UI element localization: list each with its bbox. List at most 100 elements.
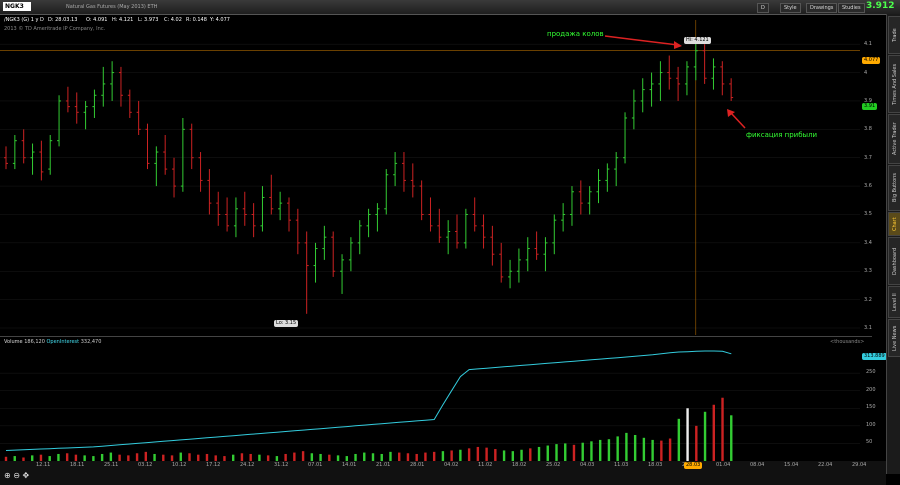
volume-bar [590, 441, 593, 461]
ohlc-bar [295, 208, 300, 255]
ohlc-bar [242, 191, 247, 226]
open-interest-line [5, 350, 732, 451]
ohlc-bar [631, 89, 636, 130]
ohlc-bar [419, 180, 424, 221]
ohlc-bar [578, 180, 583, 215]
volume-bar [319, 453, 322, 461]
price-tick: 3.6 [864, 183, 872, 190]
ohlc-bar [92, 89, 97, 118]
ohlc-bar [552, 214, 557, 255]
ohlc-bar [313, 242, 318, 283]
ohlc-bar [375, 203, 380, 232]
ohlc-bar [154, 146, 159, 187]
date-tick: 04.03 [580, 462, 595, 468]
volume-bar [432, 451, 436, 461]
ohlc-bar [65, 86, 70, 113]
volume-bar [188, 453, 191, 461]
date-tick: 12.11 [36, 462, 51, 468]
ohlc-bar [57, 95, 62, 147]
zoom-controls[interactable]: ⊕ ⊖ ✥ [4, 471, 29, 480]
period-button[interactable]: D [757, 3, 769, 13]
date-tick: 08.04 [750, 462, 765, 468]
volume-bar [293, 452, 296, 461]
tab-trade[interactable]: Trade [888, 16, 900, 54]
volume-bar [363, 452, 366, 461]
studies-button[interactable]: Studies [838, 3, 865, 13]
volume-bar [494, 449, 497, 461]
ohlc-bar [605, 163, 610, 192]
ohlc-bar [127, 89, 132, 118]
volume-bar [625, 432, 628, 461]
ohlc-bar [118, 66, 123, 107]
zoom-in-icon[interactable]: ⊕ [4, 471, 11, 480]
volume-bar [581, 442, 584, 461]
volume-bar [677, 418, 681, 461]
price-tick: 3.2 [864, 296, 872, 303]
high-tag: Hi: 4.121 [684, 37, 711, 44]
drawings-button[interactable]: Drawings [806, 3, 838, 13]
volume-bar [301, 451, 305, 461]
style-button[interactable]: Style [780, 3, 801, 13]
tab-chart[interactable]: Chart [888, 212, 900, 236]
tab-dashboard[interactable]: Dashboard [888, 237, 900, 285]
volume-bar [205, 453, 209, 461]
price-tick: 3.7 [864, 154, 872, 161]
ohlc-bar [614, 152, 619, 187]
price-tick: 4 [864, 69, 868, 76]
ohlc-bar [401, 152, 406, 192]
price-tick: 4.1 [864, 41, 872, 48]
pan-icon[interactable]: ✥ [23, 471, 30, 480]
volume-bar [607, 439, 611, 461]
volume-bar [660, 440, 663, 461]
volume-bar [57, 453, 60, 461]
last-price: 3.912 [866, 1, 895, 11]
volume-bar [502, 450, 506, 461]
ohlc-bar [481, 214, 486, 249]
volume-bar [572, 444, 576, 461]
volume-tick: 50 [866, 439, 873, 446]
ohlc-bar [499, 242, 504, 283]
ohlc-bar [233, 197, 238, 238]
ohlc-bar [101, 66, 106, 107]
date-tick: 15.04 [784, 462, 799, 468]
last-price-tag: 3.91 [862, 103, 878, 110]
symbol-input[interactable]: NGK3 [3, 2, 31, 11]
ohlc-bar [525, 237, 530, 272]
ohlc-bar [251, 203, 256, 238]
zoom-out-icon[interactable]: ⊖ [13, 471, 20, 480]
ohlc-bar [331, 231, 336, 277]
low-tag: Lo: 3.15 [274, 320, 299, 327]
ohlc-bar [30, 143, 35, 175]
ohlc-bar [340, 254, 345, 294]
volume-bar [555, 444, 558, 461]
ohlc-bar [508, 259, 513, 289]
ohlc-bar [543, 237, 548, 272]
date-tick: 03.12 [138, 462, 153, 468]
price-chart[interactable] [0, 20, 872, 335]
tab-active-trader[interactable]: Active Trader [888, 114, 900, 164]
profit-annotation: фиксация прибыли [746, 131, 818, 139]
volume-bar [546, 445, 549, 461]
volume-bar [450, 450, 453, 461]
volume-bar [695, 425, 698, 461]
volume-bar [633, 434, 637, 461]
tab-big-buttons[interactable]: Big Buttons [888, 165, 900, 211]
date-tick: 29.04 [852, 462, 867, 468]
price-axis: 4.1 4 3.9 3.8 3.7 3.6 3.5 3.4 3.3 3.2 3.1 [860, 20, 886, 335]
tab-live-news[interactable]: Live News [888, 319, 900, 357]
ohlc-bar [729, 78, 734, 101]
date-tick: 07.01 [308, 462, 323, 468]
ohlc-bar [658, 61, 663, 101]
tab-times-and-sales[interactable]: Times And Sales [888, 55, 900, 113]
date-tick: 17.12 [206, 462, 221, 468]
ohlc-bar [623, 112, 628, 164]
volume-bar [598, 439, 602, 461]
tab-level-ii[interactable]: Level II [888, 286, 900, 318]
volume-bar [476, 446, 480, 461]
date-tick: 01.04 [716, 462, 731, 468]
ohlc-bar [260, 186, 265, 232]
volume-panel[interactable]: Volume 186,120 OpenInterest 332,470 <tho… [0, 336, 872, 462]
volume-bar [144, 451, 148, 461]
volume-bar [616, 436, 619, 461]
volume-bar [153, 453, 156, 461]
